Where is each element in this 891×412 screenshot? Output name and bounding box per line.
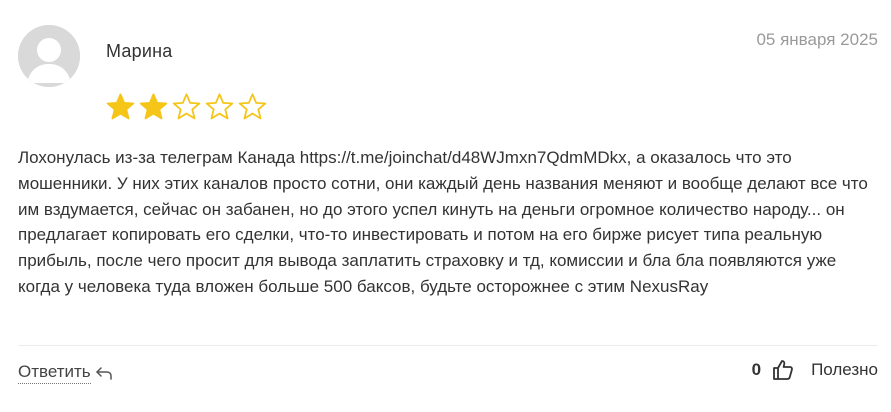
star-empty-icon [172,93,201,120]
divider [18,345,878,346]
helpful-count: 0 [751,360,762,379]
rating-stars [105,92,268,121]
star-empty-icon [205,93,234,120]
review-text: Лохонулась из-за телеграм Канада https:/… [18,148,868,296]
thumbs-up-icon[interactable] [771,358,795,382]
reply-arrow-icon [95,367,112,380]
star-filled-icon [106,93,135,120]
reply-label: Ответить [18,362,91,384]
review-date: 05 января 2025 [756,30,878,49]
reply-button[interactable]: Ответить [18,362,113,384]
helpful-block: 0 Полезно [752,358,878,382]
star-filled-icon [139,93,168,120]
review-card: Марина 05 января 2025 Лохонулась из-за т… [0,0,891,412]
star-empty-icon [238,93,267,120]
user-silhouette-icon [18,25,80,87]
avatar [18,25,80,87]
author-name: Марина [106,41,173,61]
helpful-button[interactable]: Полезно [811,360,878,380]
